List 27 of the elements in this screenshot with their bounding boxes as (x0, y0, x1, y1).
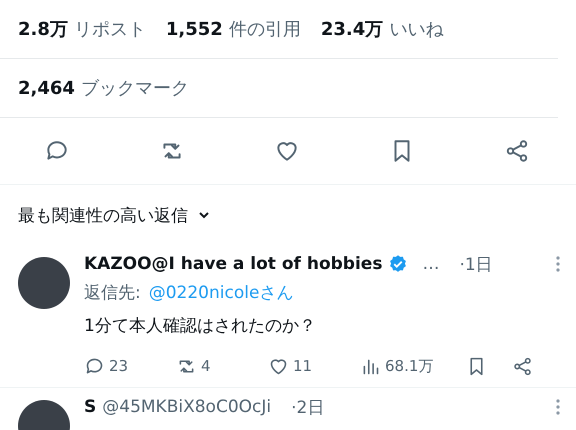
stat-count: 2.8万 (18, 18, 68, 41)
share-icon[interactable] (512, 356, 533, 376)
action-count: 11 (293, 357, 312, 375)
stat-label: ブックマーク (80, 77, 189, 100)
stat-count: 2,464 (18, 78, 75, 99)
user-name: KAZOO@I have a lot of hobbies (84, 254, 382, 274)
stat-label: いいね (389, 18, 444, 41)
more-options-icon[interactable] (556, 256, 560, 272)
post-time: ·2日 (291, 396, 324, 418)
user-handle: @45MKBiX8oC0OcJi (102, 397, 272, 417)
stat-count: 23.4万 (320, 18, 384, 41)
reply-to-label: 返信先: (84, 283, 141, 303)
action-count: 68.1万 (385, 356, 434, 376)
stat-label: リポスト (74, 18, 146, 41)
reply-icon[interactable] (84, 356, 105, 376)
post-time: ·1日 (459, 254, 493, 276)
avatar (18, 257, 70, 309)
reply-text: 1分て本人確認はされたのか？ (84, 315, 317, 337)
stat-count: 1,552 (166, 19, 223, 40)
user-name: S (84, 397, 96, 417)
ellipsis: … (422, 254, 440, 274)
stat-label: 件の引用 (228, 18, 301, 41)
more-options-icon[interactable] (556, 399, 560, 415)
share-icon[interactable] (504, 138, 530, 164)
action-count: 4 (201, 357, 211, 375)
action-count: 23 (109, 357, 128, 375)
sort-dropdown[interactable]: 最も関連性の高い返信 (18, 204, 210, 226)
